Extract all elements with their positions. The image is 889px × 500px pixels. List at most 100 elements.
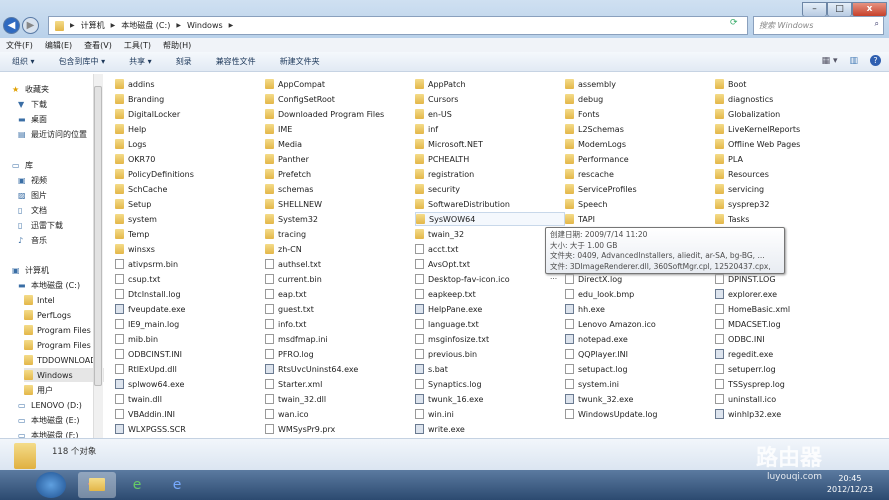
folder-item[interactable]: servicing bbox=[715, 182, 764, 196]
compatibility-files-button[interactable]: 兼容性文件 bbox=[216, 56, 256, 67]
folder-item[interactable]: SHELLNEW bbox=[265, 197, 322, 211]
share-button[interactable]: 共享 ▾ bbox=[129, 56, 152, 67]
file-item[interactable]: HomeBasic.xml bbox=[715, 302, 790, 316]
sidebar-item[interactable]: ▣ 计算机 bbox=[12, 263, 49, 277]
file-item[interactable]: Synaptics.log bbox=[415, 377, 482, 391]
folder-item[interactable]: Microsoft.NET bbox=[415, 137, 483, 151]
file-item[interactable]: wan.ico bbox=[265, 407, 309, 421]
folder-item[interactable]: registration bbox=[415, 167, 474, 181]
folder-item[interactable]: Media bbox=[265, 137, 302, 151]
file-item[interactable]: eapkeep.txt bbox=[415, 287, 476, 301]
sidebar-scrollbar-thumb[interactable] bbox=[94, 86, 102, 386]
preview-pane-icon[interactable]: ▥ bbox=[849, 56, 858, 66]
file-item[interactable]: Desktop-fav-icon.ico bbox=[415, 272, 510, 286]
folder-item[interactable]: IME bbox=[265, 122, 292, 136]
menu-view[interactable]: 查看(V) bbox=[84, 40, 112, 51]
folder-item[interactable]: schemas bbox=[265, 182, 313, 196]
refresh-icon[interactable]: ⟳ bbox=[730, 18, 738, 28]
folder-item[interactable]: DigitalLocker bbox=[115, 107, 180, 121]
file-item[interactable]: Lenovo Amazon.ico bbox=[565, 317, 656, 331]
folder-item[interactable]: twain_32 bbox=[415, 227, 464, 241]
folder-item[interactable]: Offline Web Pages bbox=[715, 137, 800, 151]
sidebar-item[interactable]: TDDOWNLOAD bbox=[24, 353, 96, 367]
file-item[interactable]: splwow64.exe bbox=[115, 377, 184, 391]
folder-item[interactable]: SysWOW64 bbox=[415, 212, 565, 226]
file-item[interactable]: ativpsrm.bin bbox=[115, 257, 178, 271]
sidebar-item[interactable]: ▭ 库 bbox=[12, 158, 33, 172]
file-item[interactable]: RtlExUpd.dll bbox=[115, 362, 177, 376]
new-folder-button[interactable]: 新建文件夹 bbox=[280, 56, 320, 67]
file-item[interactable]: IE9_main.log bbox=[115, 317, 179, 331]
folder-item[interactable]: Boot bbox=[715, 77, 746, 91]
file-item[interactable]: notepad.exe bbox=[565, 332, 628, 346]
file-item[interactable]: previous.bin bbox=[415, 347, 477, 361]
file-item[interactable]: win.ini bbox=[415, 407, 454, 421]
file-item[interactable]: DtcInstall.log bbox=[115, 287, 181, 301]
include-in-library-button[interactable]: 包含到库中 ▾ bbox=[59, 56, 106, 67]
sidebar-item[interactable]: ▨ 图片 bbox=[18, 188, 47, 202]
folder-item[interactable]: PLA bbox=[715, 152, 743, 166]
file-item[interactable]: authsel.txt bbox=[265, 257, 321, 271]
breadcrumb-computer[interactable]: 计算机 bbox=[81, 20, 105, 31]
file-item[interactable]: twunk_16.exe bbox=[415, 392, 483, 406]
folder-item[interactable]: security bbox=[415, 182, 460, 196]
file-item[interactable]: setupact.log bbox=[565, 362, 628, 376]
folder-item[interactable]: L2Schemas bbox=[565, 122, 624, 136]
folder-item[interactable]: Resources bbox=[715, 167, 769, 181]
file-item[interactable]: explorer.exe bbox=[715, 287, 777, 301]
file-item[interactable]: uninstall.ico bbox=[715, 392, 776, 406]
folder-item[interactable]: AppCompat bbox=[265, 77, 325, 91]
sidebar-item[interactable]: ▼ 下载 bbox=[18, 97, 47, 111]
file-item[interactable]: Starter.xml bbox=[265, 377, 322, 391]
sidebar-item[interactable]: Program Files bbox=[24, 323, 91, 337]
file-item[interactable]: winhlp32.exe bbox=[715, 407, 781, 421]
file-item[interactable]: language.txt bbox=[415, 317, 479, 331]
folder-item[interactable]: Cursors bbox=[415, 92, 458, 106]
folder-item[interactable]: Downloaded Program Files bbox=[265, 107, 384, 121]
sidebar-item[interactable]: ★ 收藏夹 bbox=[12, 82, 49, 96]
file-item[interactable]: ODBC.INI bbox=[715, 332, 765, 346]
menu-edit[interactable]: 编辑(E) bbox=[45, 40, 72, 51]
sidebar-item[interactable]: 用户 bbox=[24, 383, 53, 397]
folder-item[interactable]: Prefetch bbox=[265, 167, 311, 181]
folder-item[interactable]: TAPI bbox=[565, 212, 595, 226]
folder-item[interactable]: SoftwareDistribution bbox=[415, 197, 510, 211]
file-item[interactable]: s.bat bbox=[415, 362, 448, 376]
sidebar-item[interactable]: ▤ 最近访问的位置 bbox=[18, 127, 87, 141]
file-item[interactable]: current.bin bbox=[265, 272, 322, 286]
sidebar-item[interactable]: Intel bbox=[24, 293, 55, 307]
menu-help[interactable]: 帮助(H) bbox=[163, 40, 191, 51]
file-item[interactable]: WLXPGSS.SCR bbox=[115, 422, 186, 436]
file-item[interactable]: MDACSET.log bbox=[715, 317, 781, 331]
folder-item[interactable]: Temp bbox=[115, 227, 149, 241]
file-item[interactable]: acct.txt bbox=[415, 242, 458, 256]
folder-item[interactable]: rescache bbox=[565, 167, 614, 181]
taskbar-explorer-button[interactable] bbox=[78, 472, 116, 498]
folder-item[interactable]: ModemLogs bbox=[565, 137, 626, 151]
file-item[interactable]: hh.exe bbox=[565, 302, 605, 316]
maximize-button[interactable]: □ bbox=[827, 2, 852, 17]
file-item[interactable]: system.ini bbox=[565, 377, 619, 391]
file-item[interactable]: regedit.exe bbox=[715, 347, 773, 361]
file-item[interactable]: VBAddin.INI bbox=[115, 407, 175, 421]
system-clock[interactable]: 20:45 2012/12/23 bbox=[827, 473, 873, 495]
sidebar-item[interactable]: ▯ 迅雷下载 bbox=[18, 218, 63, 232]
file-item[interactable]: csup.txt bbox=[115, 272, 160, 286]
file-item[interactable]: guest.txt bbox=[265, 302, 314, 316]
file-item[interactable]: mib.bin bbox=[115, 332, 158, 346]
file-item[interactable]: twunk_32.exe bbox=[565, 392, 633, 406]
file-item[interactable]: eap.txt bbox=[265, 287, 306, 301]
folder-item[interactable]: Performance bbox=[565, 152, 629, 166]
folder-item[interactable]: Speech bbox=[565, 197, 607, 211]
folder-item[interactable]: ConfigSetRoot bbox=[265, 92, 335, 106]
breadcrumb-windows[interactable]: Windows bbox=[187, 21, 223, 30]
folder-item[interactable]: AppPatch bbox=[415, 77, 466, 91]
sidebar-item[interactable]: Program Files bbox=[24, 338, 91, 352]
folder-item[interactable]: tracing bbox=[265, 227, 306, 241]
folder-item[interactable]: Branding bbox=[115, 92, 164, 106]
sidebar-item[interactable]: PerfLogs bbox=[24, 308, 71, 322]
folder-item[interactable]: Setup bbox=[115, 197, 151, 211]
search-icon[interactable]: ⌕ bbox=[875, 19, 879, 29]
menu-tools[interactable]: 工具(T) bbox=[124, 40, 151, 51]
file-item[interactable]: info.txt bbox=[265, 317, 306, 331]
